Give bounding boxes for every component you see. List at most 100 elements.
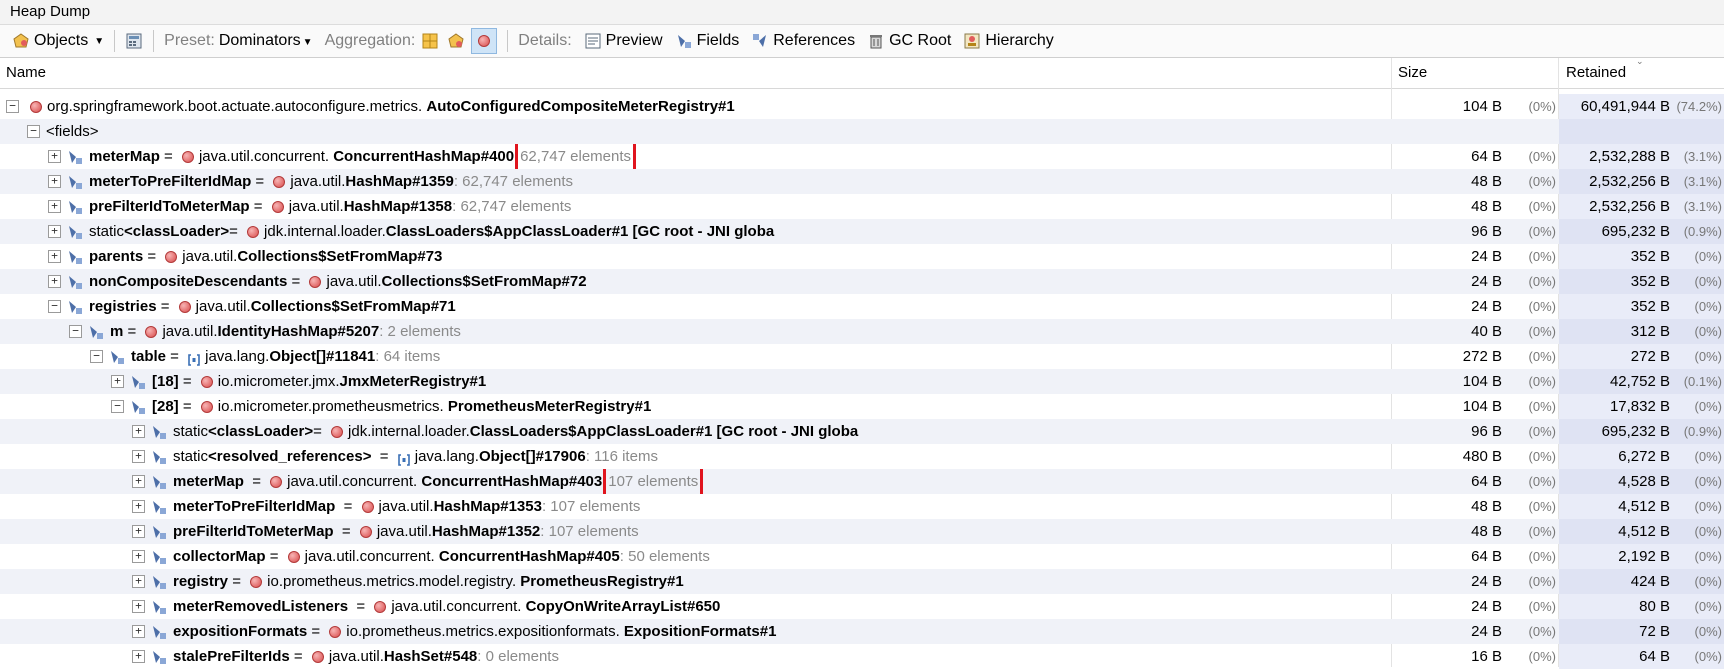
size-value: 24 B: [1471, 573, 1502, 590]
tree-row[interactable]: − registries = java.util. Collections$SetF…: [0, 294, 1724, 319]
size-value: 24 B: [1471, 273, 1502, 290]
expand-icon[interactable]: +: [132, 475, 145, 488]
references-toggle[interactable]: References: [745, 27, 861, 55]
retained-value: [1560, 119, 1670, 144]
toolbar-divider: [507, 30, 509, 52]
tree-row[interactable]: − m = java.util. IdentityHashMap#5207: 2 e…: [0, 319, 1724, 344]
aggregate-by-package-button[interactable]: [445, 30, 467, 52]
class-package: java.util.: [195, 298, 251, 315]
references-label: References: [773, 32, 856, 49]
tree-row[interactable]: + stalePreFilterIds = java.util. HashSet#5…: [0, 644, 1724, 669]
tree-row[interactable]: + meterMap = java.util.concurrent. Concur…: [0, 144, 1724, 169]
equals-sign: =: [307, 623, 325, 640]
class-package: java.util.concurrent.: [304, 548, 439, 565]
retained-value: 42,752 B: [1609, 373, 1670, 390]
element-count: : 0 elements: [477, 648, 559, 665]
toolbar-divider: [114, 30, 116, 52]
name-cell: + meterMap = java.util.concurrent. Concur…: [0, 144, 1438, 169]
retained-percent: (0%): [1694, 449, 1722, 464]
expand-icon[interactable]: +: [132, 625, 145, 638]
class-package: java.util.: [182, 248, 238, 265]
class-package: java.util.concurrent.: [391, 598, 526, 615]
preset-dropdown[interactable]: Dominators ▼: [219, 32, 313, 50]
expand-icon[interactable]: +: [48, 175, 61, 188]
tree-row[interactable]: + preFilterIdToMeterMap = java.util. HashM…: [0, 519, 1724, 544]
expand-icon[interactable]: +: [132, 525, 145, 538]
name-cell: − <fields>: [0, 119, 1417, 144]
collapse-icon[interactable]: −: [48, 300, 61, 313]
tree-row[interactable]: + nonCompositeDescendants = java.util. Col…: [0, 269, 1724, 294]
tree-row[interactable]: + static <resolved_references> = java.lan…: [0, 444, 1724, 469]
tree-row[interactable]: + meterToPreFilterIdMap = java.util. HashM…: [0, 169, 1724, 194]
expand-icon[interactable]: +: [48, 275, 61, 288]
gcroot-toggle[interactable]: GC Root: [861, 27, 957, 55]
tree-row[interactable]: − table = java.lang. Object[]#11841: 64 it…: [0, 344, 1724, 369]
collapse-icon[interactable]: −: [6, 100, 19, 113]
expand-icon[interactable]: +: [48, 150, 61, 163]
tree-row[interactable]: + meterMap = java.util.concurrent. Concur…: [0, 469, 1724, 494]
preview-label: Preview: [605, 32, 663, 49]
collapse-icon[interactable]: −: [111, 400, 124, 413]
tree-row[interactable]: + registry = io.prometheus.metrics.model.…: [0, 569, 1724, 594]
tree-row[interactable]: + [18] = io.micrometer.jmx. JmxMeterRegist…: [0, 369, 1724, 394]
collapse-icon[interactable]: −: [27, 125, 40, 138]
tree-row[interactable]: + parents = java.util. Collections$SetFrom…: [0, 244, 1724, 269]
aggregate-by-class-button[interactable]: [419, 30, 441, 52]
class-name: HashMap#1359: [345, 173, 454, 190]
column-header-name[interactable]: Name: [6, 58, 1386, 88]
tree-row[interactable]: + preFilterIdToMeterMap = java.util. HashM…: [0, 194, 1724, 219]
expand-icon[interactable]: +: [132, 575, 145, 588]
tree-row[interactable]: + meterRemovedListeners = java.util.concu…: [0, 594, 1724, 619]
compute-retained-button[interactable]: [119, 27, 149, 55]
hierarchy-toggle[interactable]: Hierarchy: [957, 27, 1059, 55]
objects-label: Objects: [34, 32, 89, 49]
field-name: registries: [89, 298, 157, 315]
field-icon: [69, 225, 82, 239]
tree-row[interactable]: + collectorMap = java.util.concurrent. Co…: [0, 544, 1724, 569]
instance-icon: [478, 35, 491, 47]
tree-row[interactable]: + meterToPreFilterIdMap = java.util. HashM…: [0, 494, 1724, 519]
field-name: stalePreFilterIds: [173, 648, 290, 665]
tree-row[interactable]: − [28] = io.micrometer.prometheusmetrics.…: [0, 394, 1724, 419]
retained-percent: (0.9%): [1683, 424, 1722, 439]
field-icon: [69, 275, 82, 289]
expand-icon[interactable]: +: [132, 425, 145, 438]
retained-value: 2,532,256 B: [1589, 198, 1670, 215]
expand-icon[interactable]: +: [132, 550, 145, 563]
tree-row[interactable]: − <fields>: [0, 119, 1724, 144]
tree-row[interactable]: + static <classLoader> = jdk.internal.load…: [0, 219, 1724, 244]
objects-dropdown[interactable]: Objects ▼: [6, 27, 110, 55]
expand-icon[interactable]: +: [132, 650, 145, 663]
field-name: parents: [89, 248, 144, 265]
retained-percent: [1676, 119, 1722, 144]
field-name: <classLoader>: [208, 423, 314, 440]
instance-icon: [181, 150, 194, 163]
expand-icon[interactable]: +: [48, 225, 61, 238]
class-package: java.util.: [326, 273, 382, 290]
preview-toggle[interactable]: Preview: [578, 27, 669, 55]
fields-toggle[interactable]: Fields: [669, 27, 746, 55]
instance-icon: [273, 175, 286, 188]
retained-value: 695,232 B: [1601, 423, 1670, 440]
instance-icon: [247, 225, 260, 238]
name-cell: + nonCompositeDescendants = java.util. Col…: [0, 269, 1438, 294]
expand-icon[interactable]: +: [48, 200, 61, 213]
expand-icon[interactable]: +: [111, 375, 124, 388]
class-package: io.micrometer.jmx.: [217, 373, 340, 390]
class-name: HashMap#1358: [343, 198, 453, 215]
tree-row[interactable]: − org.springframework.boot.actuate.autoco…: [0, 94, 1724, 119]
name-cell: + preFilterIdToMeterMap = java.util. HashM…: [0, 519, 1522, 544]
field-name: meterMap: [173, 473, 244, 490]
tree-row[interactable]: + expositionFormats = io.prometheus.metri…: [0, 619, 1724, 644]
tree-row[interactable]: + static <classLoader> = jdk.internal.load…: [0, 419, 1724, 444]
expand-icon[interactable]: +: [132, 450, 145, 463]
column-header-size[interactable]: Size: [1398, 58, 1548, 88]
expand-icon[interactable]: +: [132, 600, 145, 613]
expand-icon[interactable]: +: [132, 500, 145, 513]
static-modifier: static: [173, 448, 209, 465]
collapse-icon[interactable]: −: [69, 325, 82, 338]
expand-icon[interactable]: +: [48, 250, 61, 263]
collapse-icon[interactable]: −: [90, 350, 103, 363]
name-cell: + static <classLoader> = jdk.internal.load…: [0, 219, 1438, 244]
no-aggregation-button[interactable]: [471, 28, 498, 54]
